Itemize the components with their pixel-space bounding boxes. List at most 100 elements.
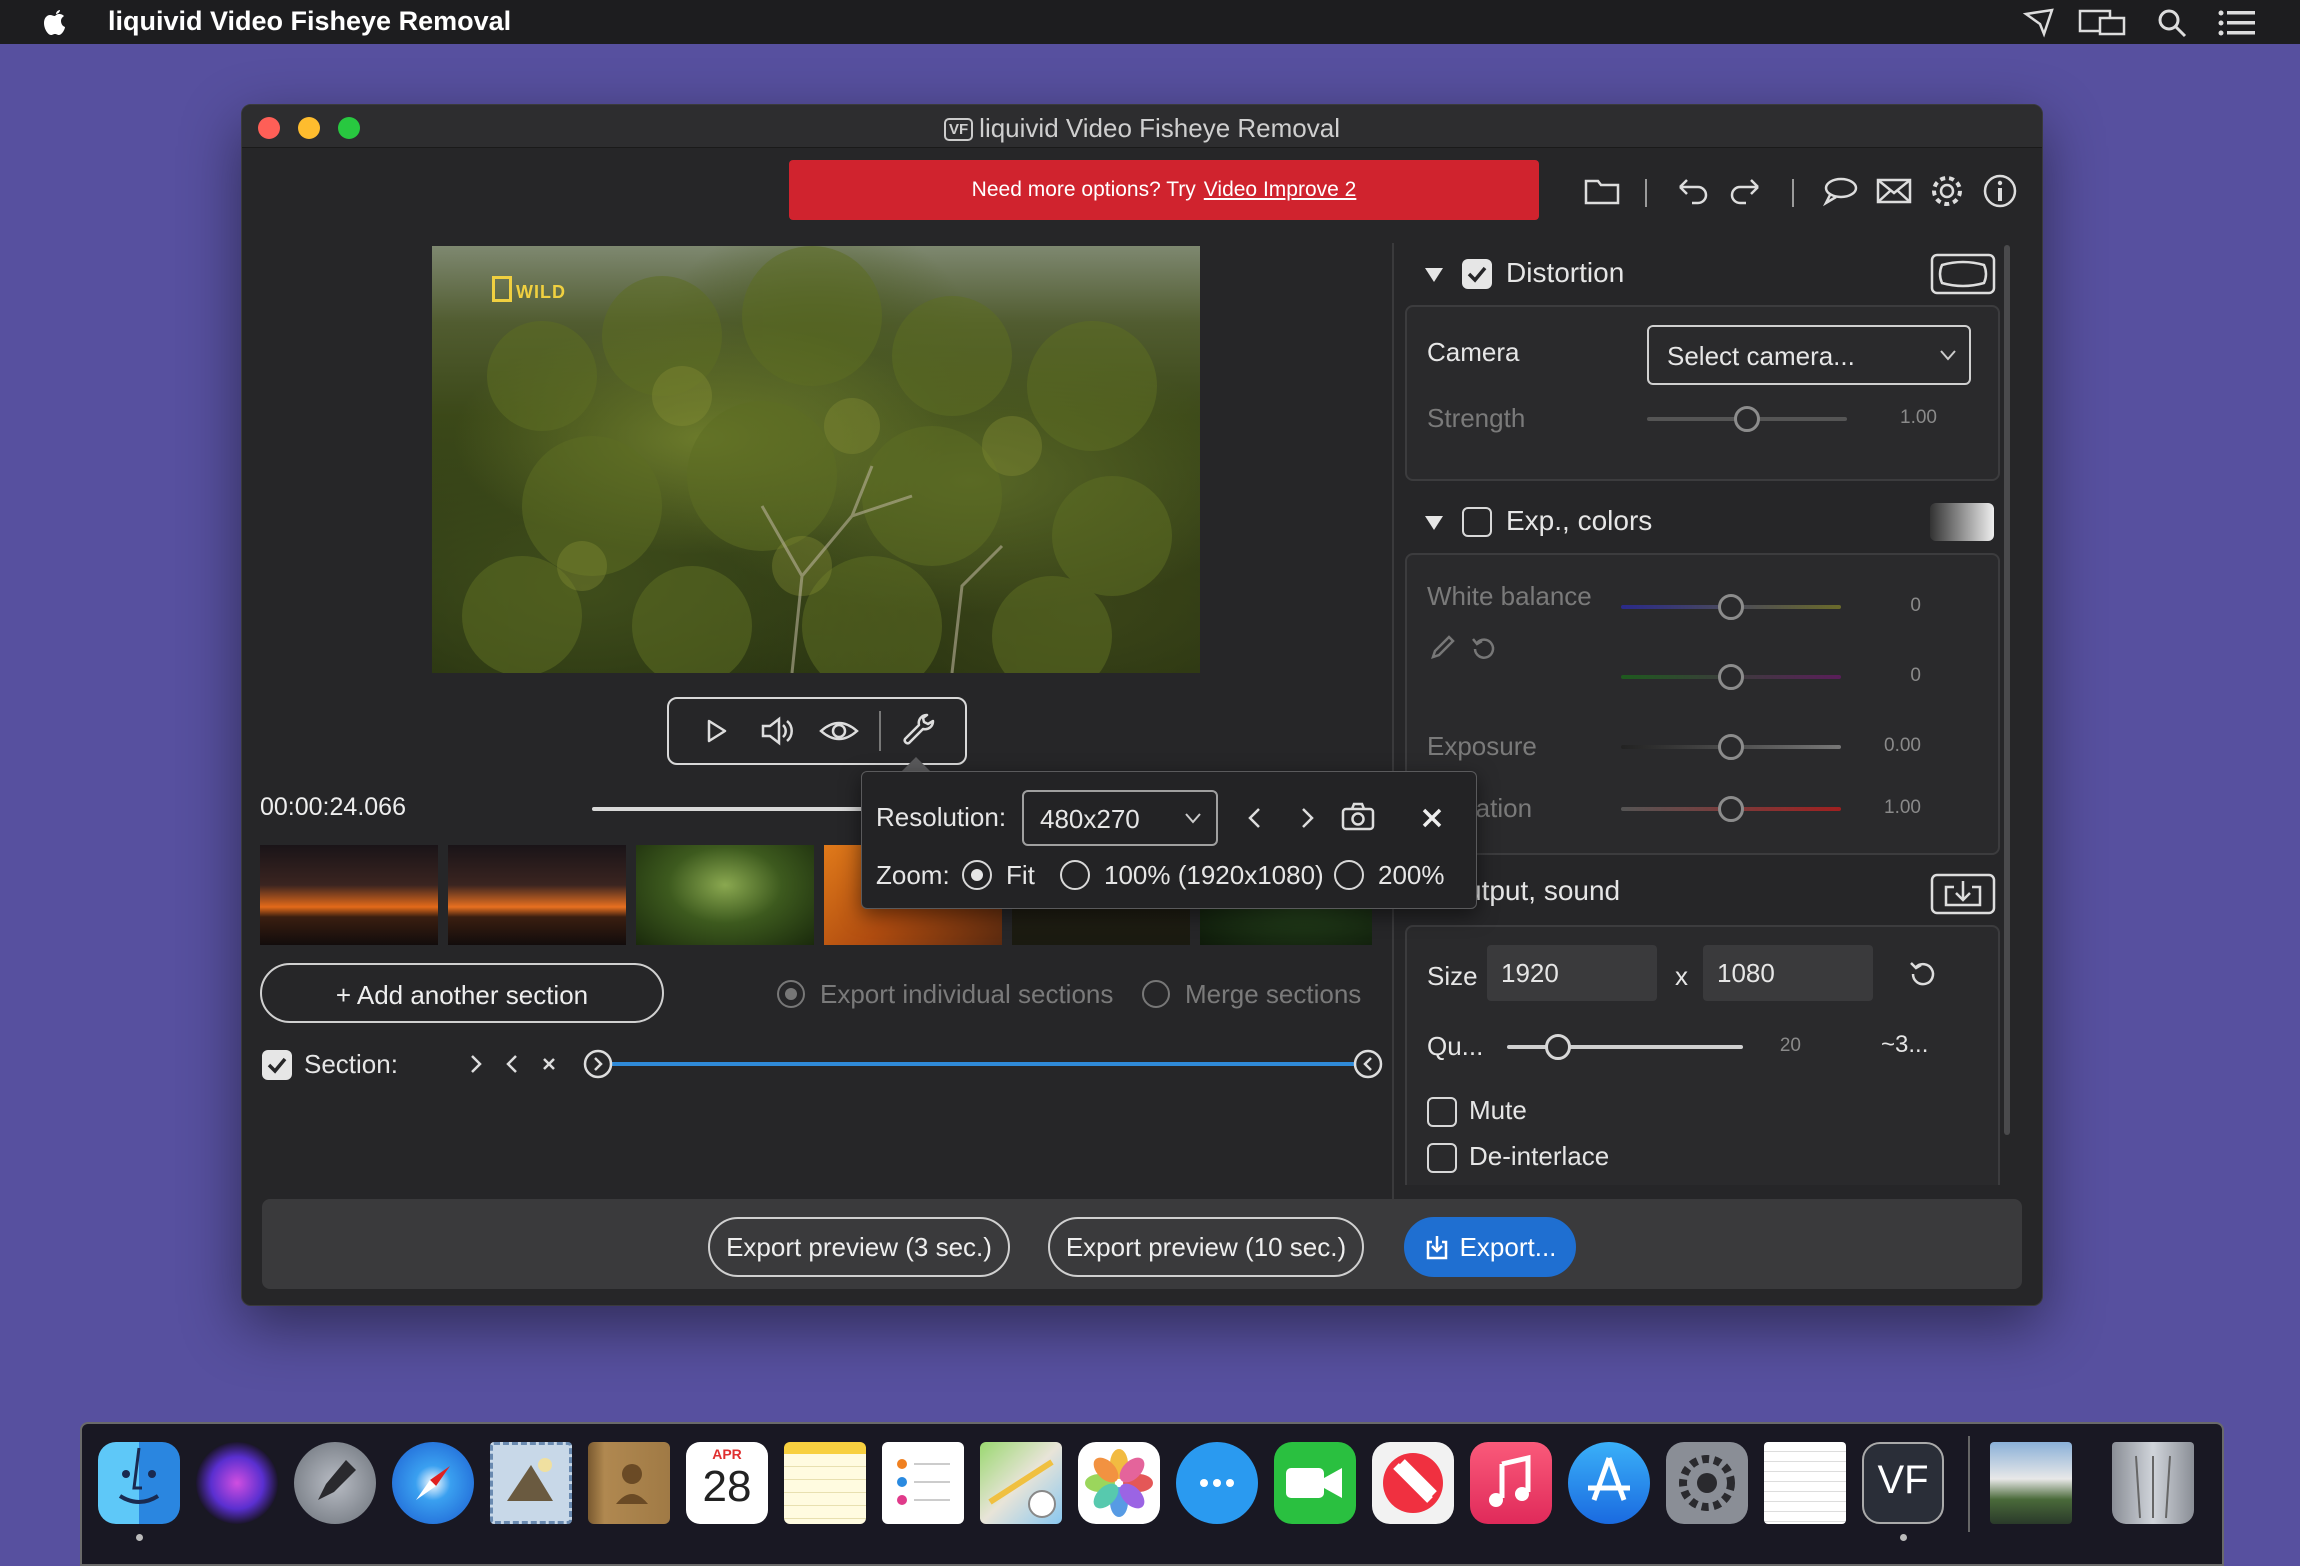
camera-select[interactable]: Select camera... [1647,325,1971,385]
textedit-icon[interactable] [1764,1442,1846,1524]
finder-icon[interactable] [98,1442,180,1524]
photos-icon[interactable] [1078,1442,1160,1524]
distortion-preset-icon[interactable] [1930,253,1996,295]
wrench-icon[interactable] [897,709,941,753]
export-individual-label: Export individual sections [820,979,1114,1009]
timeline-thumbnail[interactable] [448,845,626,945]
mail-stamp-icon[interactable] [490,1442,572,1524]
export-preview-10s-button[interactable]: Export preview (10 sec.) [1048,1217,1364,1277]
maps-icon[interactable] [980,1442,1062,1524]
mute-checkbox[interactable] [1427,1097,1457,1127]
size-x-label: x [1675,961,1688,991]
saturation-knob[interactable] [1718,796,1744,822]
wb-tint-value: 0 [1910,665,1921,686]
spotlight-search-icon[interactable] [2156,8,2188,38]
launchpad-icon[interactable] [294,1442,376,1524]
trash-icon[interactable] [2112,1442,2194,1524]
undo-icon[interactable] [1672,171,1712,211]
app-running-indicator [1900,1534,1907,1541]
safari-icon[interactable] [392,1442,474,1524]
notes-icon[interactable] [784,1442,866,1524]
apple-icon[interactable] [40,6,70,38]
add-section-button[interactable]: + Add another section [260,963,664,1023]
speech-bubble-icon[interactable] [1820,171,1860,211]
quality-knob[interactable] [1545,1034,1571,1060]
quality-slider[interactable] [1507,1045,1743,1049]
close-popover-icon[interactable] [1416,802,1448,834]
news-icon[interactable] [1372,1442,1454,1524]
fisheye-app-icon[interactable]: VF [1862,1442,1944,1524]
camera-snapshot-icon[interactable] [1340,800,1376,834]
panel-divider [1392,243,1394,1243]
zoom-200-radio[interactable] [1334,860,1364,890]
messages-icon[interactable] [1176,1442,1258,1524]
output-sound-header[interactable]: utput, sound [1466,875,1620,907]
section-end-handle[interactable] [1352,1048,1384,1080]
airplay-icon[interactable] [2022,8,2056,38]
promo-link[interactable]: Video Improve 2 [1204,178,1357,201]
contacts-icon[interactable] [588,1442,670,1524]
section-remove-icon[interactable] [537,1049,561,1079]
timeline-thumbnail[interactable] [636,845,814,945]
music-icon[interactable] [1470,1442,1552,1524]
reset-white-balance-icon[interactable] [1469,633,1499,663]
width-field[interactable]: 1920 [1487,945,1657,1001]
white-balance-temp-knob[interactable] [1718,594,1744,620]
app-store-icon[interactable] [1568,1442,1650,1524]
section-start-handle[interactable] [582,1048,614,1080]
calendar-icon[interactable]: APR 28 [686,1442,768,1524]
gear-icon[interactable] [1927,171,1967,211]
previous-frame-icon[interactable] [1240,802,1270,834]
next-frame-icon[interactable] [1292,802,1322,834]
white-balance-tint-knob[interactable] [1718,664,1744,690]
export-preview-3s-button[interactable]: Export preview (3 sec.) [708,1217,1010,1277]
eyedropper-icon[interactable] [1427,633,1457,663]
eye-icon[interactable] [817,709,861,753]
display-icon[interactable] [2078,8,2128,38]
menu-app-title[interactable]: liquivid Video Fisheye Removal [108,6,511,37]
video-preview[interactable]: WILD [432,246,1200,673]
zoom-100-radio[interactable] [1060,860,1090,890]
export-individual-radio[interactable] [777,980,805,1008]
height-field[interactable]: 1080 [1703,945,1873,1001]
system-preferences-icon[interactable] [1666,1442,1748,1524]
section-checkbox[interactable] [262,1050,292,1080]
siri-icon[interactable] [196,1442,278,1524]
timeline-scrubber[interactable] [592,807,872,811]
merge-sections-label: Merge sections [1185,979,1362,1009]
timeline-thumbnail[interactable] [260,845,438,945]
exp-colors-checkbox[interactable] [1462,507,1492,537]
distortion-checkbox[interactable] [1462,259,1492,289]
section-next-icon[interactable] [464,1049,488,1079]
section-range-track[interactable] [597,1062,1367,1066]
exposure-knob[interactable] [1718,734,1744,760]
preview-settings-popover: Resolution: 480x270 Zoom: Fit 100% (1920… [861,771,1477,909]
right-panel-scrollbar[interactable] [2004,245,2010,1135]
resolution-select[interactable]: 480x270 [1022,790,1218,846]
export-button[interactable]: Export... [1404,1217,1576,1277]
downloads-stack-icon[interactable] [1990,1442,2072,1524]
notification-center-icon[interactable] [2218,9,2256,37]
zoom-fit-radio[interactable] [962,860,992,890]
speaker-icon[interactable] [755,709,799,753]
section-prev-icon[interactable] [500,1049,524,1079]
exp-colors-header[interactable]: Exp., colors [1506,505,1652,537]
reminders-icon[interactable] [882,1442,964,1524]
merge-sections-radio[interactable] [1142,980,1170,1008]
folder-icon[interactable] [1582,171,1622,211]
facetime-icon[interactable] [1274,1442,1356,1524]
exp-colors-collapse-icon[interactable] [1422,511,1446,535]
zoom-200-label: 200% [1378,860,1445,890]
play-icon[interactable] [693,709,737,753]
distortion-collapse-icon[interactable] [1422,263,1446,287]
exp-colors-preset-icon[interactable] [1930,503,1994,541]
white-balance-label: White balance [1427,581,1592,611]
output-preset-icon[interactable] [1930,873,1996,915]
info-icon[interactable] [1980,171,2020,211]
distortion-header[interactable]: Distortion [1506,257,1624,289]
deinterlace-checkbox[interactable] [1427,1143,1457,1173]
reset-size-icon[interactable] [1907,957,1939,989]
mail-icon[interactable] [1874,171,1914,211]
redo-icon[interactable] [1726,171,1766,211]
strength-slider-knob[interactable] [1734,406,1760,432]
